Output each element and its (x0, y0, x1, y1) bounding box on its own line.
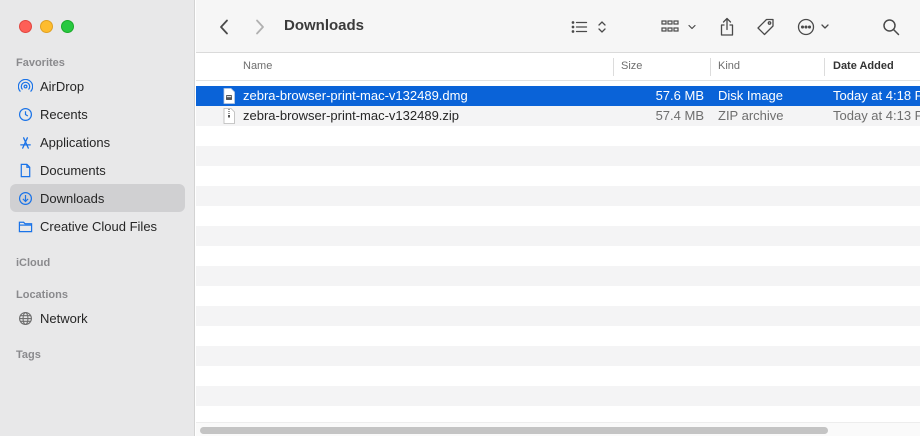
file-kind: Disk Image (718, 88, 784, 103)
document-icon (20, 163, 31, 177)
forward-button[interactable] (250, 14, 270, 40)
minimize-window-button[interactable] (40, 20, 53, 33)
window-title: Downloads (284, 17, 365, 34)
sidebar-item-documents[interactable]: Documents (10, 156, 185, 184)
share-icon (720, 17, 734, 36)
column-header-name[interactable]: Name (243, 60, 272, 72)
sidebar-item-creative-cloud-files[interactable]: Creative Cloud Files (10, 212, 185, 240)
column-divider[interactable] (824, 58, 825, 76)
sidebar-section-favorites: Favorites (16, 57, 65, 69)
sidebar-item-label: Recents (40, 106, 88, 122)
scrollbar-thumb[interactable] (200, 427, 828, 434)
list-view-icon (571, 21, 606, 33)
tag-icon (757, 18, 774, 36)
row-stripe (196, 306, 920, 326)
applications-icon (20, 136, 31, 149)
ellipsis-circle-icon (797, 18, 829, 36)
column-divider[interactable] (710, 58, 711, 76)
file-kind: ZIP archive (718, 108, 784, 123)
more-actions-button[interactable] (796, 14, 834, 40)
column-header-date-added[interactable]: Date Added (833, 60, 894, 72)
column-header-bar: Name Size Kind Date Added (196, 54, 920, 81)
zip-file-icon (223, 108, 235, 124)
file-date-added: Today at 4:13 P (833, 108, 920, 123)
column-header-kind[interactable]: Kind (718, 60, 740, 72)
sidebar-section-locations[interactable]: Locations (16, 289, 68, 301)
table-row[interactable]: zebra-browser-print-mac-v132489.zip 57.4… (196, 106, 920, 126)
file-list: zebra-browser-print-mac-v132489.dmg 57.6… (196, 86, 920, 422)
search-icon (883, 19, 900, 36)
sidebar-item-downloads[interactable]: Downloads (10, 184, 185, 212)
back-button[interactable] (214, 14, 234, 40)
file-name: zebra-browser-print-mac-v132489.zip (243, 108, 460, 123)
file-date-added: Today at 4:18 P (833, 88, 920, 103)
download-icon (18, 191, 33, 205)
globe-icon (19, 311, 32, 325)
row-stripe (196, 226, 920, 246)
sidebar-item-label: AirDrop (40, 78, 85, 94)
zoom-window-button[interactable] (61, 20, 74, 33)
view-mode-list-button[interactable] (569, 14, 609, 40)
row-stripe (196, 266, 920, 286)
row-stripe (196, 346, 920, 366)
search-button[interactable] (880, 14, 902, 40)
airdrop-icon (18, 78, 33, 92)
file-name: zebra-browser-print-mac-v132489.dmg (243, 88, 468, 103)
window-controls (19, 20, 74, 33)
row-stripe (196, 186, 920, 206)
sidebar-item-label: Downloads (40, 190, 105, 206)
column-divider[interactable] (613, 58, 614, 76)
sidebar-section-tags[interactable]: Tags (16, 349, 41, 361)
tags-button[interactable] (754, 14, 778, 40)
sidebar-item-label: Creative Cloud Files (40, 218, 158, 234)
disk-image-icon (223, 88, 235, 104)
sidebar-item-label: Documents (40, 162, 106, 178)
sidebar-item-applications[interactable]: Applications (10, 128, 185, 156)
row-stripe (196, 146, 920, 166)
folder-icon (18, 221, 33, 232)
sidebar-item-recents[interactable]: Recents (10, 100, 185, 128)
chevron-right-icon (256, 19, 264, 35)
column-header-size[interactable]: Size (621, 60, 642, 72)
sidebar-item-label: Network (40, 310, 88, 326)
finder-window: Favorites AirDrop Recents Applications D… (0, 0, 920, 436)
sidebar-item-airdrop[interactable]: AirDrop (10, 72, 185, 100)
close-window-button[interactable] (19, 20, 32, 33)
file-size: 57.6 MB (655, 88, 704, 103)
chevron-left-icon (220, 19, 228, 35)
share-button[interactable] (716, 14, 738, 40)
toolbar: Downloads (196, 0, 920, 53)
table-row[interactable]: zebra-browser-print-mac-v132489.dmg 57.6… (196, 86, 920, 106)
row-stripe (196, 386, 920, 406)
sidebar-section-icloud[interactable]: iCloud (16, 257, 50, 269)
file-size: 57.4 MB (655, 108, 704, 123)
sidebar: Favorites AirDrop Recents Applications D… (0, 0, 195, 436)
sidebar-item-network[interactable]: Network (10, 304, 185, 332)
grid-group-icon (661, 20, 696, 32)
clock-icon (18, 107, 33, 121)
group-button[interactable] (660, 14, 698, 40)
sidebar-item-label: Applications (40, 134, 111, 150)
horizontal-scrollbar[interactable] (196, 422, 920, 436)
